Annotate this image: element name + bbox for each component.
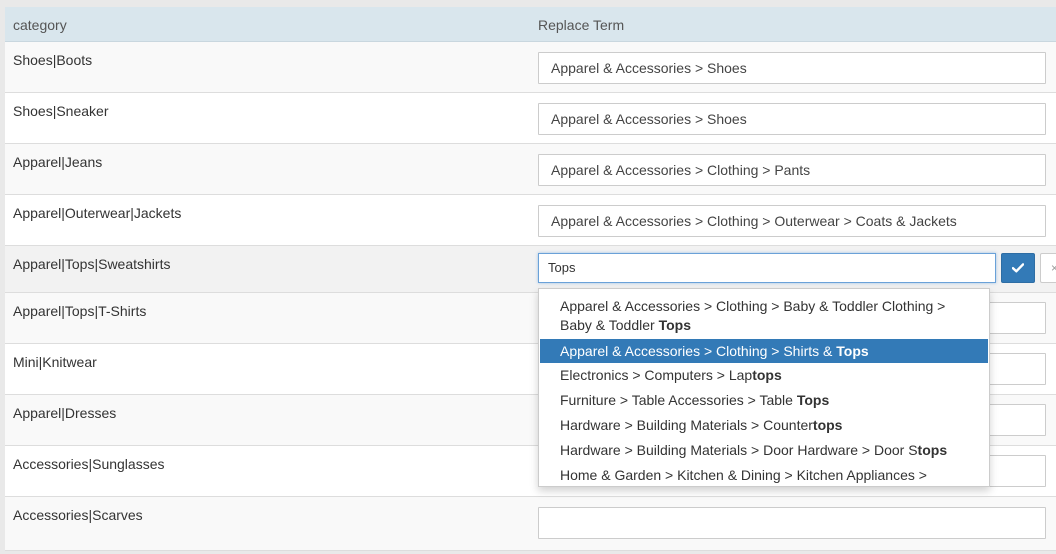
check-icon	[1012, 263, 1024, 273]
autocomplete-option[interactable]: Electronics > Computers > Laptops	[540, 366, 988, 385]
table-row: Apparel|Outerwear|Jackets Apparel & Acce…	[5, 195, 1056, 246]
option-text: Furniture > Table Accessories > Table	[560, 392, 797, 408]
option-text: Apparel & Accessories > Clothing > Baby …	[560, 298, 946, 314]
table-header: category Replace Term	[5, 7, 1056, 42]
replace-term-input[interactable]: Apparel & Accessories > Shoes	[538, 52, 1046, 84]
autocomplete-option[interactable]: Hardware > Building Materials > Countert…	[540, 416, 988, 435]
option-match: Tops	[658, 317, 691, 333]
table-row: Shoes|Sneaker Apparel & Accessories > Sh…	[5, 93, 1056, 144]
category-label: Apparel|Outerwear|Jackets	[13, 205, 182, 221]
column-header-replace-term: Replace Term	[538, 17, 625, 33]
category-label: Apparel|Tops|Sweatshirts	[13, 256, 171, 272]
autocomplete-dropdown: Apparel & Accessories > Clothing > Baby …	[538, 288, 990, 487]
autocomplete-option[interactable]: Furniture > Table Accessories > Table To…	[540, 391, 988, 410]
autocomplete-option-selected[interactable]: Apparel & Accessories > Clothing > Shirt…	[540, 339, 988, 363]
autocomplete-option[interactable]: Home & Garden > Kitchen & Dining > Kitch…	[540, 466, 988, 485]
category-label: Shoes|Sneaker	[13, 103, 109, 119]
replace-term-input[interactable]: Apparel & Accessories > Shoes	[538, 103, 1046, 135]
category-label: Accessories|Scarves	[13, 507, 143, 523]
option-text: Hardware > Building Materials > Counter	[560, 417, 813, 433]
replace-term-edit-input[interactable]: Tops	[538, 253, 996, 283]
replace-term-input[interactable]	[538, 507, 1046, 539]
option-text: Home & Garden > Kitchen & Dining > Kitch…	[560, 467, 927, 483]
option-match: tops	[917, 442, 948, 458]
category-label: Shoes|Boots	[13, 52, 93, 68]
cancel-button[interactable]: ×	[1040, 253, 1056, 283]
confirm-button[interactable]	[1001, 253, 1035, 283]
table-row: Shoes|Boots Apparel & Accessories > Shoe…	[5, 42, 1056, 93]
table-row: Accessories|Scarves	[5, 497, 1056, 551]
replace-term-input[interactable]: Apparel & Accessories > Clothing > Pants	[538, 154, 1046, 186]
option-match: tops	[752, 367, 782, 383]
option-text: Hardware > Building Materials > Door Har…	[560, 442, 918, 458]
category-label: Apparel|Dresses	[13, 405, 117, 421]
option-text: Baby & Toddler	[560, 317, 659, 333]
table-row-editing: Apparel|Tops|Sweatshirts Tops ×	[5, 246, 1056, 293]
option-match: Tops	[796, 392, 830, 408]
category-label: Apparel|Tops|T-Shirts	[13, 303, 147, 319]
option-text: Apparel & Accessories > Clothing > Shirt…	[560, 343, 837, 359]
table-row: Apparel|Jeans Apparel & Accessories > Cl…	[5, 144, 1056, 195]
category-mapping-table: category Replace Term Shoes|Boots Appare…	[5, 7, 1056, 551]
autocomplete-option[interactable]: Apparel & Accessories > Clothing > Baby …	[540, 297, 988, 335]
close-icon: ×	[1051, 261, 1056, 275]
replace-term-input[interactable]: Apparel & Accessories > Clothing > Outer…	[538, 205, 1046, 237]
column-header-category: category	[13, 17, 67, 33]
category-label: Accessories|Sunglasses	[13, 456, 165, 472]
option-match: tops	[812, 417, 843, 433]
category-label: Mini|Knitwear	[13, 354, 97, 370]
autocomplete-option[interactable]: Hardware > Building Materials > Door Har…	[540, 441, 988, 460]
category-label: Apparel|Jeans	[13, 154, 103, 170]
option-text: Electronics > Computers > Lap	[560, 367, 753, 383]
option-match: Tops	[836, 343, 869, 359]
